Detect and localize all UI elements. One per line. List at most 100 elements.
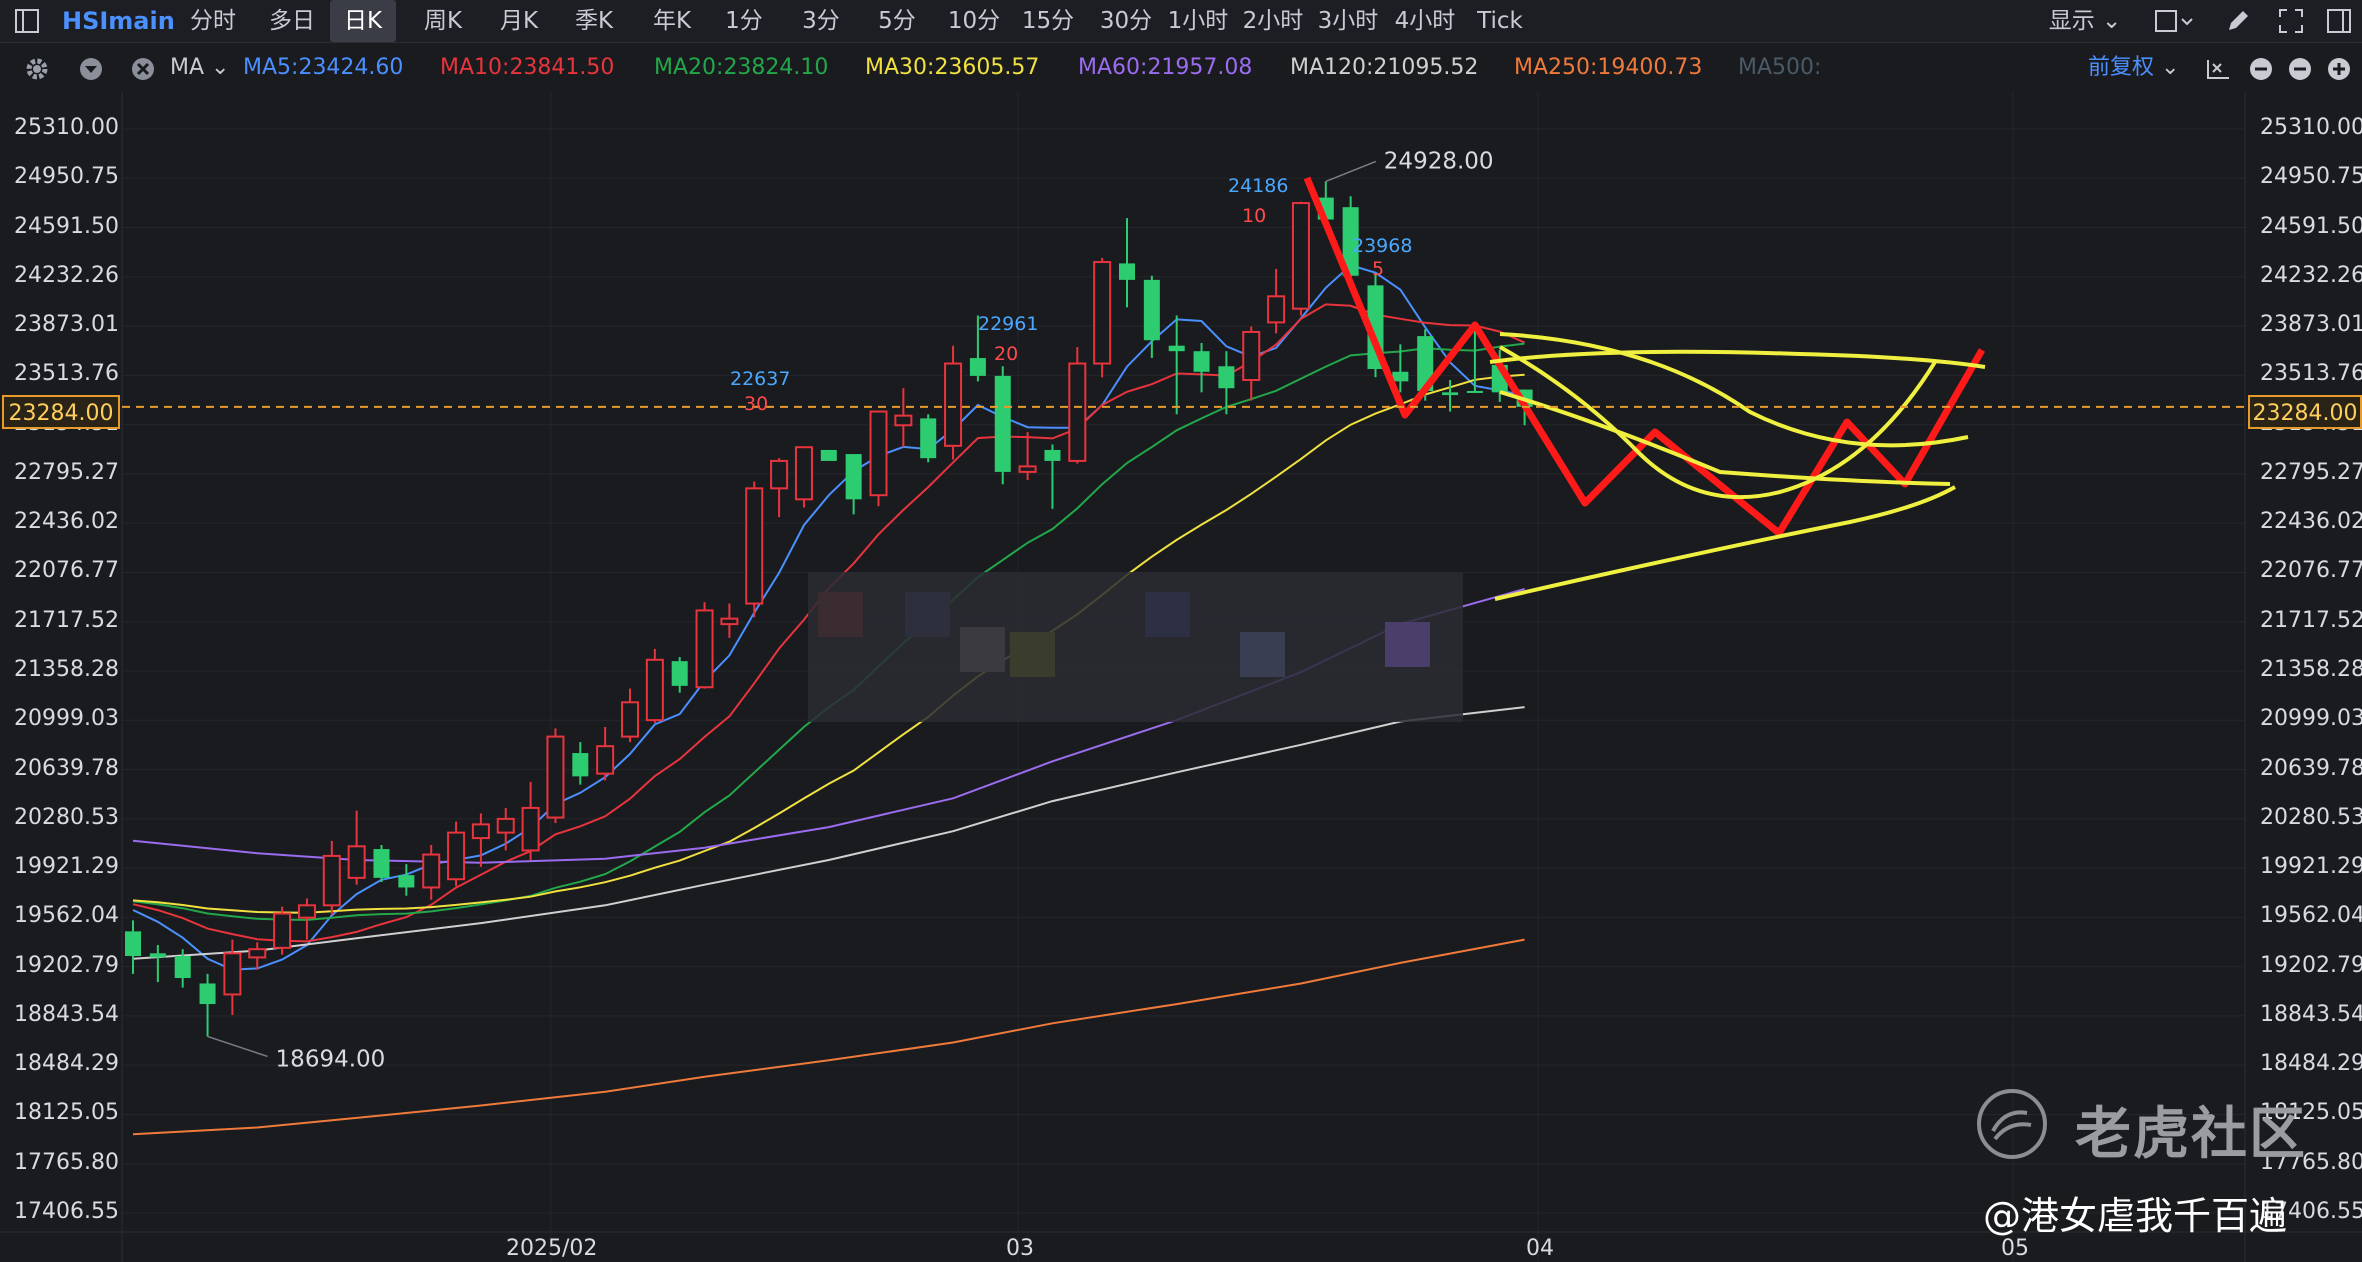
eye-toggle-icon[interactable]: [78, 56, 104, 82]
candle: [994, 366, 1011, 485]
period-tab-0[interactable]: 分时: [183, 0, 243, 42]
candle: [820, 449, 837, 461]
period-tab-11[interactable]: 15分: [1018, 0, 1078, 42]
candle: [1018, 432, 1037, 481]
candle: [1193, 342, 1210, 393]
y-tick-right: 19202.79: [2260, 952, 2362, 978]
y-tick-right: 24591.50: [2260, 213, 2362, 239]
ma-annotation-label: 5: [1372, 258, 1384, 280]
y-tick-right: 22795.27: [2260, 459, 2362, 485]
ma-item-1[interactable]: MA10:23841.50: [440, 54, 614, 82]
candle: [596, 726, 615, 781]
gear-icon[interactable]: [24, 56, 50, 82]
y-tick-right: 19921.29: [2260, 854, 2362, 880]
period-tab-13[interactable]: 1小时: [1163, 0, 1233, 42]
ma-annotation-label: 22637: [730, 368, 790, 390]
ma-annotation-label: 22961: [978, 313, 1038, 335]
period-tab-17[interactable]: Tick: [1472, 0, 1528, 42]
ma-item-2[interactable]: MA20:23824.10: [654, 54, 828, 82]
candle: [125, 920, 141, 974]
y-tick-left: 21358.28: [14, 656, 119, 682]
candle: [671, 657, 688, 693]
candle: [1093, 257, 1112, 378]
ma-item-7[interactable]: MA500:: [1738, 54, 1821, 82]
ma250-line: [132, 938, 1525, 1136]
ma-annotation-label: 30: [744, 393, 768, 415]
y-tick-right: 22076.77: [2260, 558, 2362, 584]
candle: [920, 414, 937, 463]
period-tab-5[interactable]: 季K: [565, 0, 623, 42]
ma-annotation-label: 10: [1242, 205, 1266, 227]
y-tick-left: 20280.53: [14, 804, 119, 830]
panel-icon[interactable]: [2326, 8, 2352, 34]
sidebar-toggle-icon[interactable]: [14, 8, 40, 34]
y-tick-left: 24591.50: [14, 213, 119, 239]
square-select-icon[interactable]: [2155, 8, 2193, 34]
period-tab-16[interactable]: 4小时: [1390, 0, 1460, 42]
candle: [621, 688, 639, 743]
fullscreen-icon[interactable]: [2278, 8, 2304, 34]
period-tab-1[interactable]: 多日: [262, 0, 322, 42]
redaction-patch: [905, 592, 950, 637]
zoom-in-icon[interactable]: [2326, 56, 2352, 82]
ma-item-4[interactable]: MA60:21957.08: [1078, 54, 1252, 82]
y-tick-left: 22076.77: [14, 558, 119, 584]
adjust-dropdown[interactable]: 前复权 ⌄: [2088, 54, 2179, 82]
redaction-patch: [1145, 592, 1190, 637]
candle: [845, 454, 862, 515]
ma-item-5[interactable]: MA120:21095.52: [1290, 54, 1478, 82]
period-tab-9[interactable]: 5分: [873, 0, 921, 42]
y-tick-left: 19562.04: [14, 903, 119, 929]
y-tick-right: 23873.01: [2260, 312, 2362, 338]
period-tab-8[interactable]: 3分: [797, 0, 845, 42]
zoom-out-icon[interactable]: [2248, 56, 2274, 82]
period-tab-14[interactable]: 2小时: [1238, 0, 1308, 42]
period-tab-12[interactable]: 30分: [1096, 0, 1156, 42]
y-tick-right: 18843.54: [2260, 1001, 2362, 1027]
ma-item-0[interactable]: MA5:23424.60: [243, 54, 403, 82]
close-icon[interactable]: [130, 56, 156, 82]
y-tick-right: 25310.00: [2260, 115, 2362, 140]
tiger-logo-icon: [1977, 1089, 2047, 1159]
candle: [273, 906, 292, 955]
ma-item-3[interactable]: MA30:23605.57: [865, 54, 1039, 82]
current-price-tag-left: 23284.00: [2, 395, 120, 429]
candle: [373, 844, 390, 882]
candle: [471, 813, 490, 867]
display-menu[interactable]: 显示 ⌄: [2040, 0, 2130, 42]
y-tick-right: 24950.75: [2260, 164, 2362, 190]
y-tick-right: 20639.78: [2260, 755, 2362, 781]
candle: [422, 844, 441, 900]
y-tick-left: 24950.75: [14, 164, 119, 190]
period-tab-7[interactable]: 1分: [720, 0, 768, 42]
ma-annotation-label: 23968: [1352, 235, 1412, 257]
y-tick-left: 20639.78: [14, 755, 119, 781]
high-label: 24928.00: [1384, 148, 1494, 174]
period-tab-15[interactable]: 3小时: [1313, 0, 1383, 42]
y-tick-right: 21358.28: [2260, 656, 2362, 682]
y-tick-left: 22436.02: [14, 509, 119, 535]
y-tick-right: 23513.76: [2260, 361, 2362, 387]
minimize-icon[interactable]: [2287, 56, 2313, 82]
y-tick-left: 18843.54: [14, 1001, 119, 1027]
adjust-label: 前复权: [2088, 55, 2155, 80]
ma-item-6[interactable]: MA250:19400.73: [1514, 54, 1702, 82]
candle: [794, 446, 813, 508]
symbol-label[interactable]: HSImain: [62, 0, 175, 42]
period-tab-6[interactable]: 年K: [640, 0, 704, 42]
current-price-tag-right: 23284.00: [2248, 395, 2362, 429]
brand-watermark: 老虎社区: [1975, 1085, 2355, 1167]
candle: [347, 810, 366, 885]
candle: [1267, 268, 1286, 334]
draw-pen-icon[interactable]: [2225, 8, 2251, 34]
period-tab-10[interactable]: 10分: [944, 0, 1004, 42]
period-tab-2[interactable]: 日K: [330, 0, 396, 42]
ma-annotation-label: 24186: [1228, 175, 1288, 197]
period-tab-4[interactable]: 月K: [489, 0, 549, 42]
candle: [1044, 444, 1061, 509]
ma-dropdown[interactable]: MA ⌄: [170, 54, 229, 82]
y-tick-left: 25310.00: [14, 115, 119, 140]
candle: [546, 728, 565, 824]
log-scale-icon[interactable]: [2205, 56, 2231, 82]
period-tab-3[interactable]: 周K: [414, 0, 472, 42]
